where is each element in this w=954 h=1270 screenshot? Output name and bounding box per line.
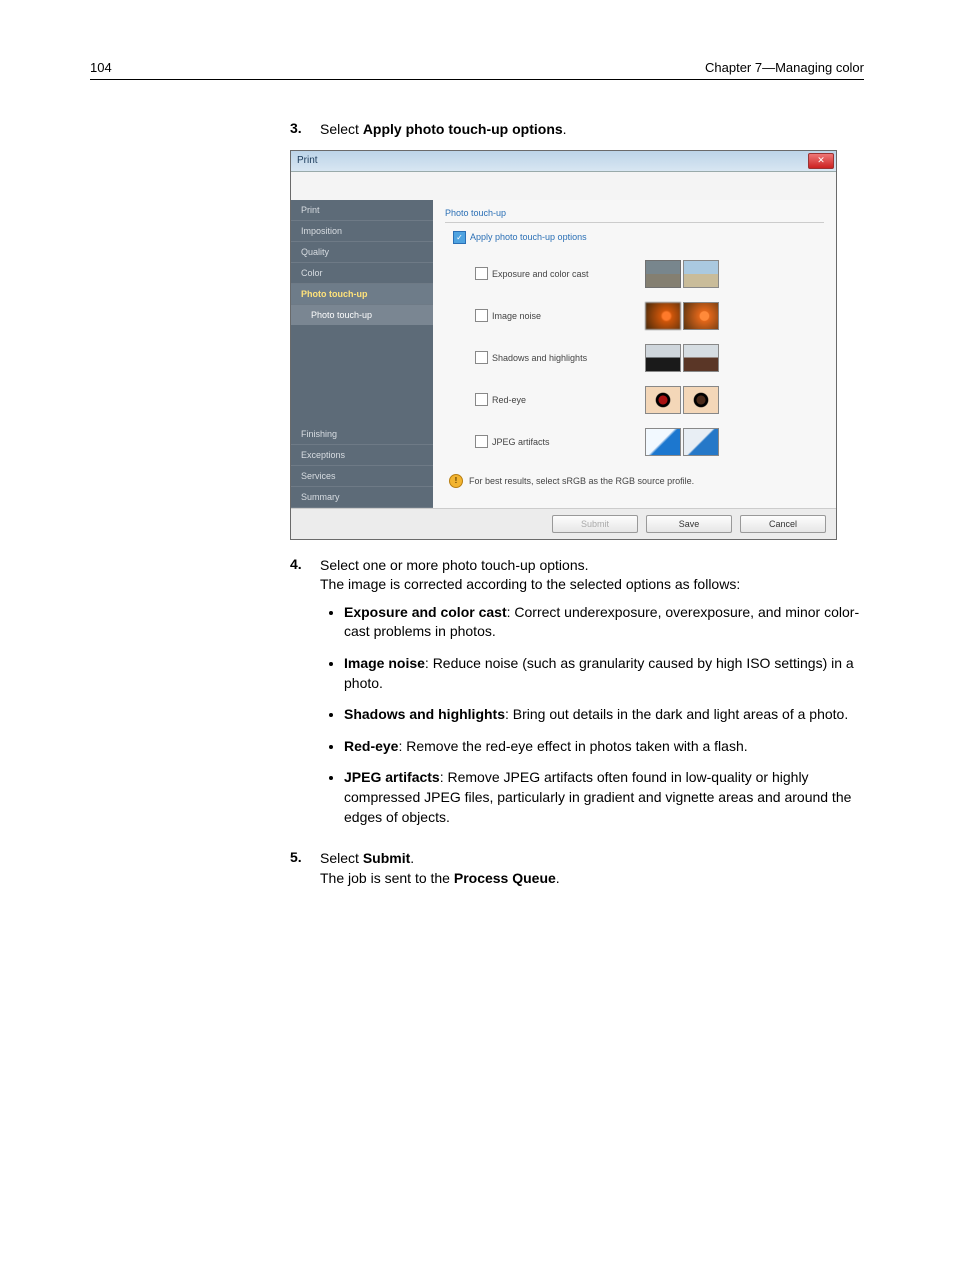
step-body: Select Submit. The job is sent to the Pr… <box>320 849 864 888</box>
text: : Bring out details in the dark and ligh… <box>505 706 848 722</box>
step-number: 4. <box>290 556 320 840</box>
sidebar-subitem-photo-touchup[interactable]: Photo touch-up <box>291 305 433 325</box>
noise-before-icon <box>645 302 681 330</box>
sidebar-item-services[interactable]: Services <box>291 466 433 487</box>
bold-text: Image noise <box>344 655 425 671</box>
redeye-after-icon <box>683 386 719 414</box>
jpeg-before-icon <box>645 428 681 456</box>
bold-text: Process Queue <box>454 870 556 886</box>
jpeg-label: JPEG artifacts <box>492 437 550 447</box>
noise-label: Image noise <box>492 311 541 321</box>
dialog-body: Print Imposition Quality Color Photo tou… <box>291 200 836 508</box>
toolbar-area <box>291 172 836 200</box>
text: The image is corrected according to the … <box>320 575 864 595</box>
bold-text: JPEG artifacts <box>344 769 440 785</box>
page-content: 3. Select Apply photo touch-up options. … <box>290 120 864 888</box>
bold-text: Shadows and highlights <box>344 706 505 722</box>
exposure-thumbnails <box>645 260 719 288</box>
option-row-exposure: Exposure and color cast <box>475 256 824 292</box>
info-row: ! For best results, select sRGB as the R… <box>449 474 824 488</box>
print-dialog-screenshot: Print ✕ Print Imposition Quality Color P… <box>290 150 837 540</box>
shadows-before-icon <box>645 344 681 372</box>
save-button[interactable]: Save <box>646 515 732 533</box>
option-row-jpeg: JPEG artifacts <box>475 424 824 460</box>
sidebar-item-imposition[interactable]: Imposition <box>291 221 433 242</box>
info-text: For best results, select sRGB as the RGB… <box>469 476 694 486</box>
text: . <box>410 850 414 866</box>
titlebar: Print ✕ <box>291 151 836 172</box>
list-item: JPEG artifacts: Remove JPEG artifacts of… <box>344 768 864 827</box>
shadows-after-icon <box>683 344 719 372</box>
step-number: 5. <box>290 849 320 888</box>
exposure-after-icon <box>683 260 719 288</box>
noise-thumbnails <box>645 302 719 330</box>
sidebar-item-color[interactable]: Color <box>291 263 433 284</box>
shadows-label: Shadows and highlights <box>492 353 587 363</box>
section-header: Photo touch-up <box>445 206 824 223</box>
step-4: 4. Select one or more photo touch-up opt… <box>290 556 864 840</box>
options-list: Exposure and color cast: Correct underex… <box>320 603 864 827</box>
main-panel: Photo touch-up ✓ Apply photo touch-up op… <box>433 200 836 508</box>
option-row-shadows: Shadows and highlights <box>475 340 824 376</box>
bold-text: Apply photo touch-up options <box>363 121 563 137</box>
list-item: Image noise: Reduce noise (such as granu… <box>344 654 864 693</box>
text: Select one or more photo touch-up option… <box>320 556 864 576</box>
sidebar-item-exceptions[interactable]: Exceptions <box>291 445 433 466</box>
noise-checkbox[interactable] <box>475 309 488 322</box>
sidebar-item-print[interactable]: Print <box>291 200 433 221</box>
text: : Remove the red-eye effect in photos ta… <box>398 738 747 754</box>
text: . <box>556 870 560 886</box>
text: The job is sent to the <box>320 870 454 886</box>
exposure-checkbox[interactable] <box>475 267 488 280</box>
bold-text: Exposure and color cast <box>344 604 507 620</box>
list-item: Red-eye: Remove the red-eye effect in ph… <box>344 737 864 757</box>
page-number: 104 <box>90 60 112 75</box>
step-number: 3. <box>290 120 320 140</box>
sidebar-item-quality[interactable]: Quality <box>291 242 433 263</box>
apply-touchup-label: Apply photo touch-up options <box>470 232 587 242</box>
window-title: Print <box>297 155 318 166</box>
text: Select <box>320 850 363 866</box>
shadows-checkbox[interactable] <box>475 351 488 364</box>
text: Select <box>320 121 363 137</box>
option-row-noise: Image noise <box>475 298 824 334</box>
exposure-label: Exposure and color cast <box>492 269 589 279</box>
redeye-checkbox[interactable] <box>475 393 488 406</box>
exposure-before-icon <box>645 260 681 288</box>
step-3: 3. Select Apply photo touch-up options. <box>290 120 864 140</box>
step-5: 5. Select Submit. The job is sent to the… <box>290 849 864 888</box>
warning-icon: ! <box>449 474 463 488</box>
document-page: 104 Chapter 7—Managing color 3. Select A… <box>0 0 954 978</box>
bold-text: Submit <box>363 850 410 866</box>
sidebar-item-finishing[interactable]: Finishing <box>291 424 433 445</box>
bold-text: Red-eye <box>344 738 398 754</box>
submit-button[interactable]: Submit <box>552 515 638 533</box>
shadows-thumbnails <box>645 344 719 372</box>
close-button[interactable]: ✕ <box>808 153 834 169</box>
sidebar-spacer <box>291 325 433 424</box>
dialog-footer: Submit Save Cancel <box>291 508 836 539</box>
list-item: Shadows and highlights: Bring out detail… <box>344 705 864 725</box>
chapter-title: Chapter 7—Managing color <box>705 60 864 75</box>
noise-after-icon <box>683 302 719 330</box>
sidebar-item-summary[interactable]: Summary <box>291 487 433 508</box>
page-header: 104 Chapter 7—Managing color <box>90 60 864 80</box>
redeye-before-icon <box>645 386 681 414</box>
sidebar: Print Imposition Quality Color Photo tou… <box>291 200 433 508</box>
option-row-redeye: Red-eye <box>475 382 824 418</box>
redeye-thumbnails <box>645 386 719 414</box>
jpeg-checkbox[interactable] <box>475 435 488 448</box>
cancel-button[interactable]: Cancel <box>740 515 826 533</box>
jpeg-thumbnails <box>645 428 719 456</box>
list-item: Exposure and color cast: Correct underex… <box>344 603 864 642</box>
step-body: Select Apply photo touch-up options. <box>320 120 864 140</box>
jpeg-after-icon <box>683 428 719 456</box>
apply-touchup-checkbox[interactable]: ✓ <box>453 231 466 244</box>
step-body: Select one or more photo touch-up option… <box>320 556 864 840</box>
redeye-label: Red-eye <box>492 395 526 405</box>
text: . <box>563 121 567 137</box>
apply-touchup-row: ✓ Apply photo touch-up options <box>453 231 824 244</box>
sidebar-item-photo-touchup[interactable]: Photo touch-up <box>291 284 433 305</box>
